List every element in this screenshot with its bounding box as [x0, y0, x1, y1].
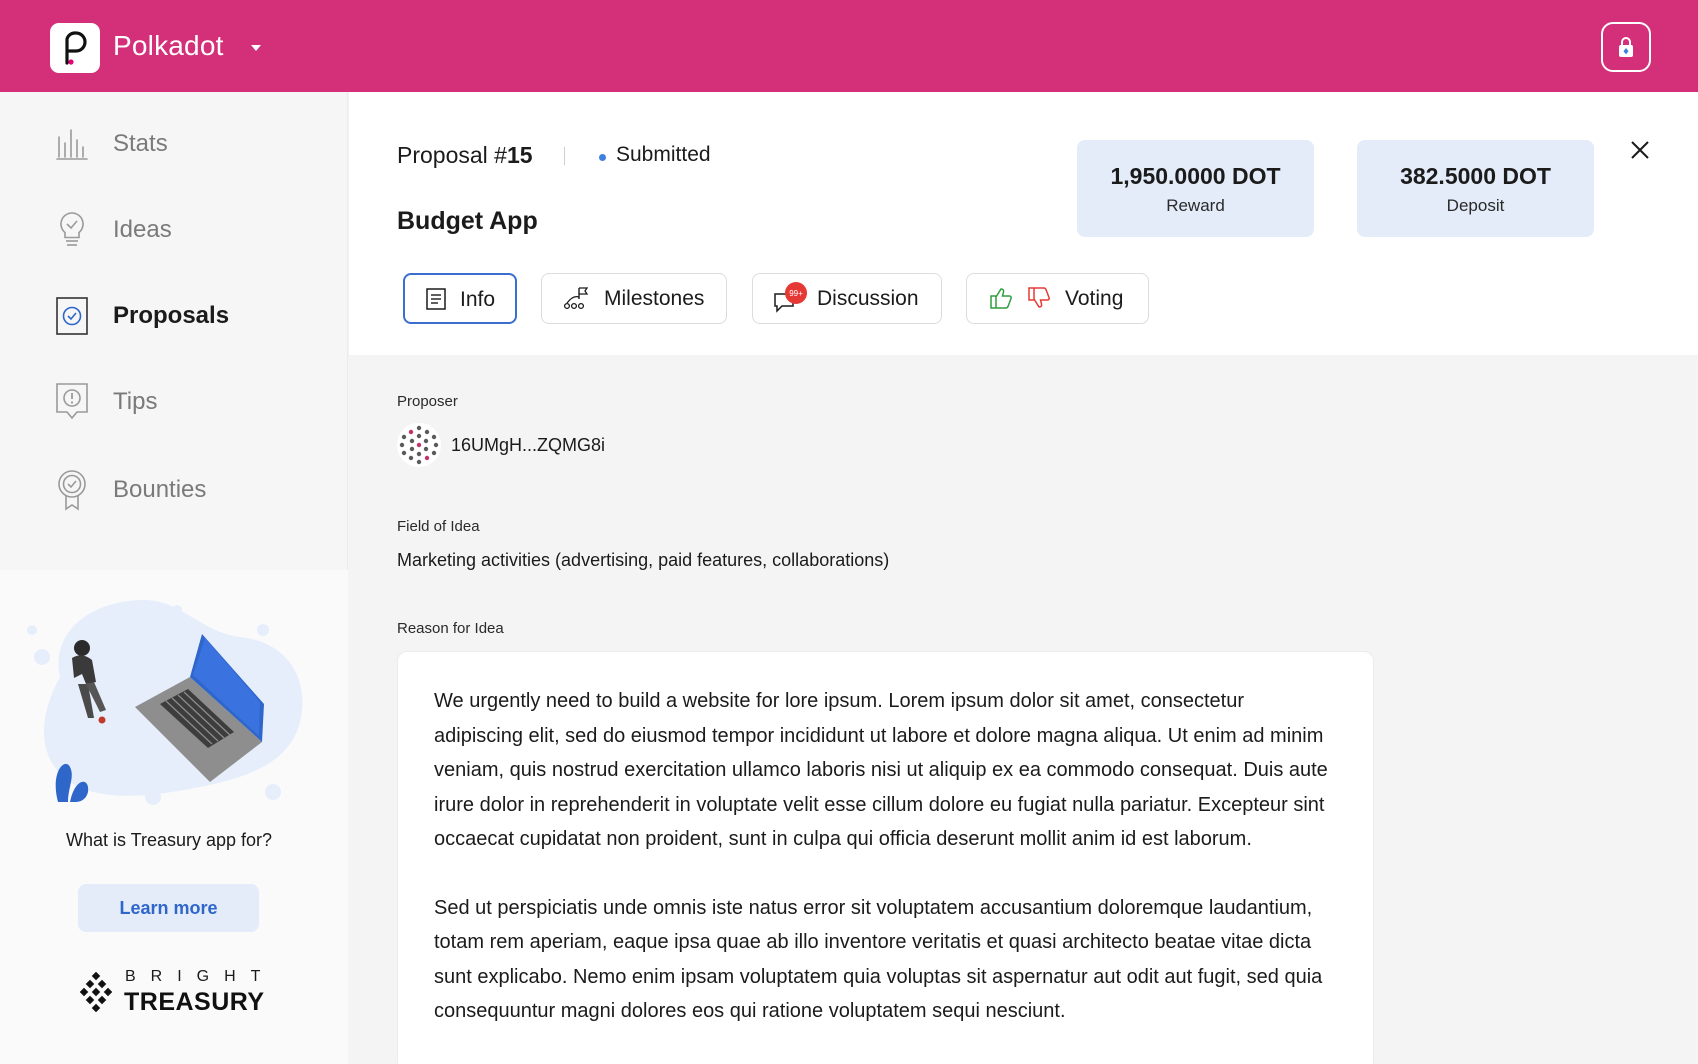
sidebar-item-tips[interactable]: Tips — [0, 367, 348, 437]
proposer-address[interactable]: 16UMgH...ZQMG8i — [451, 435, 605, 456]
sidebar-item-label: Stats — [113, 130, 168, 157]
award-icon — [55, 469, 89, 511]
bright-treasury-mark-icon — [79, 972, 113, 1012]
reason-paragraph: We urgently need to build a website for … — [434, 690, 1328, 850]
top-bar: Polkadot — [0, 0, 1698, 92]
tab-label: Discussion — [817, 287, 919, 310]
lightbulb-icon — [55, 209, 89, 251]
sidebar: Stats Ideas Proposals Tips Bounties What… — [0, 92, 348, 1064]
tab-label: Milestones — [604, 287, 705, 310]
avatar — [397, 423, 441, 467]
thumbs-down-icon — [1028, 287, 1050, 308]
learn-more-button[interactable]: Learn more — [78, 884, 259, 932]
tip-icon — [55, 381, 89, 423]
sidebar-item-proposals[interactable]: Proposals — [0, 281, 348, 351]
field-of-idea-value: Marketing activities (advertising, paid … — [397, 550, 890, 570]
sidebar-item-bounties[interactable]: Bounties — [0, 455, 348, 525]
stats-icon — [55, 123, 89, 165]
tab-discussion[interactable]: 99+ Discussion — [752, 273, 942, 324]
sidebar-item-label: Ideas — [113, 216, 172, 243]
sidebar-item-stats[interactable]: Stats — [0, 109, 348, 179]
milestones-icon — [563, 287, 589, 310]
proposal-title: Budget App — [397, 207, 538, 235]
close-icon[interactable] — [1627, 137, 1653, 163]
status-text: Submitted — [616, 143, 711, 166]
network-name[interactable]: Polkadot — [113, 30, 224, 62]
proposal-number-value: 15 — [506, 142, 533, 168]
tab-label: Voting — [1065, 287, 1124, 310]
brand-top-text: BRIGHT — [125, 968, 276, 985]
chevron-down-icon[interactable] — [248, 40, 264, 56]
sidebar-item-ideas[interactable]: Ideas — [0, 195, 348, 265]
proposal-number-prefix: Proposal # — [397, 142, 507, 168]
deposit-card: 382.5000 DOT Deposit — [1357, 140, 1594, 237]
proposal-number: Proposal #15 — [397, 142, 533, 169]
reason-label: Reason for Idea — [397, 620, 504, 637]
proposal-icon — [55, 295, 89, 337]
promo-text: What is Treasury app for? — [65, 830, 273, 850]
deposit-value: 382.5000 DOT — [1400, 163, 1551, 189]
tab-label: Info — [460, 288, 496, 311]
polkadot-logo-icon[interactable] — [50, 23, 100, 73]
reason-paragraph: Sed ut perspiciatis unde omnis iste natu… — [434, 896, 1323, 1023]
proposal-info-content: Proposer 16UMgH...ZQMG8i Field of Idea M… — [349, 355, 1698, 1064]
lock-icon — [1619, 37, 1633, 57]
proposal-header: Proposal #15 Submitted Budget App 1,950.… — [349, 92, 1698, 355]
divider — [564, 147, 565, 165]
treasury-illustration — [27, 599, 303, 805]
sidebar-item-label: Proposals — [113, 302, 230, 329]
document-icon — [426, 288, 446, 310]
sidebar-item-label: Bounties — [113, 476, 207, 503]
account-button[interactable] — [1601, 22, 1651, 72]
sidebar-item-label: Tips — [113, 388, 158, 415]
tab-info[interactable]: Info — [403, 273, 517, 324]
tab-voting[interactable]: Voting — [966, 273, 1149, 324]
deposit-label: Deposit — [1446, 196, 1505, 215]
proposer-label: Proposer — [397, 393, 458, 410]
status-dot-icon — [599, 154, 606, 161]
identicon-icon — [399, 425, 439, 465]
discussion-badge: 99+ — [785, 282, 807, 304]
thumbs-up-icon — [990, 288, 1012, 309]
tab-milestones[interactable]: Milestones — [541, 273, 727, 324]
reward-value: 1,950.0000 DOT — [1110, 163, 1281, 189]
reward-label: Reward — [1166, 196, 1225, 215]
field-of-idea-label: Field of Idea — [397, 518, 480, 535]
brand-bottom-text: TREASURY — [124, 988, 265, 1016]
reason-text-box: We urgently need to build a website for … — [397, 651, 1374, 1064]
reward-card: 1,950.0000 DOT Reward — [1077, 140, 1314, 237]
